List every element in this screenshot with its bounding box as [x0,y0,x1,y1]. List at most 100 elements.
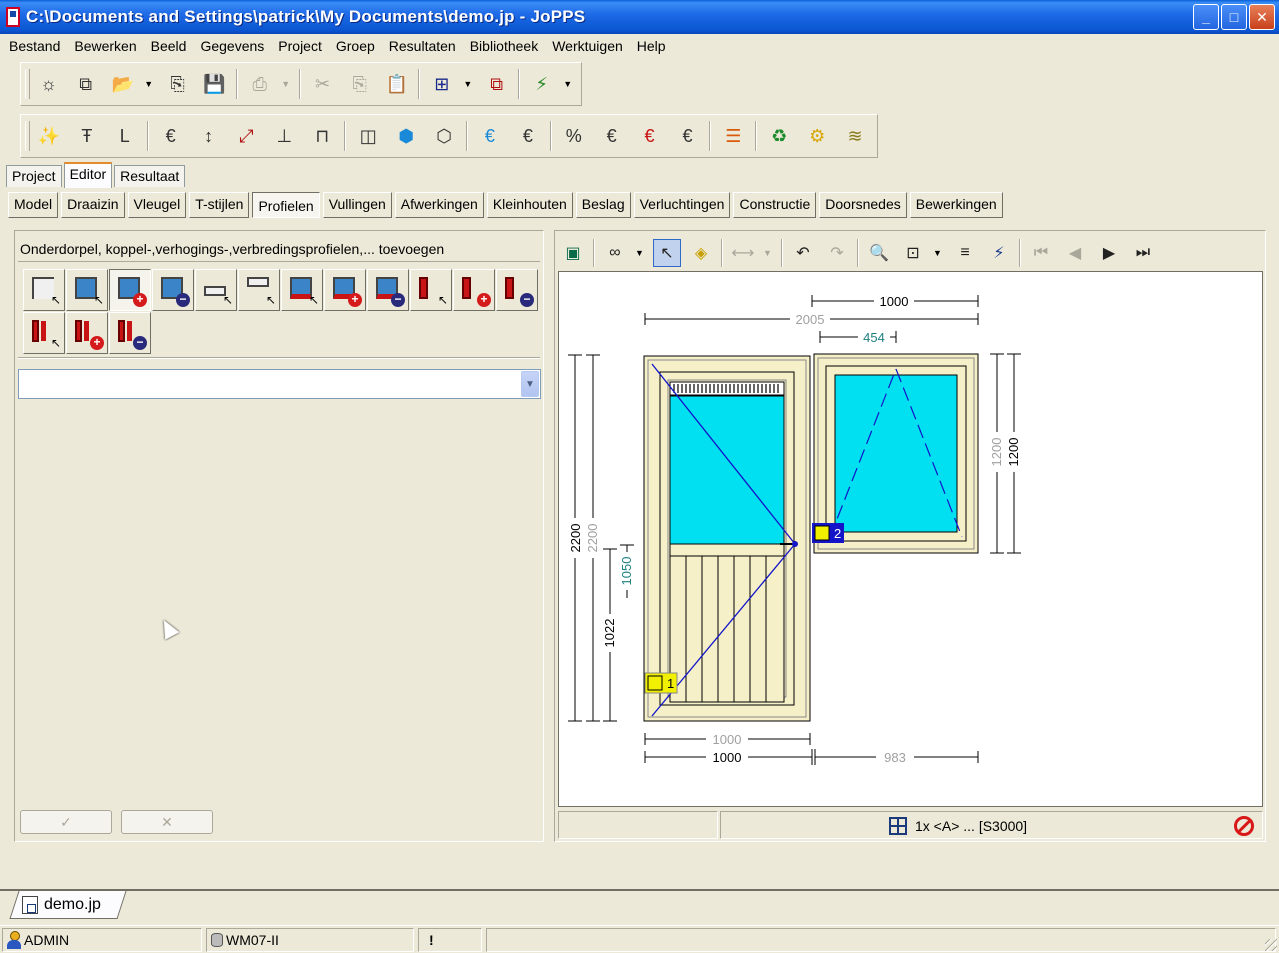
level-icon[interactable]: ☰ [717,120,749,152]
marker-2[interactable]: 2 [812,523,844,543]
section-icon[interactable]: ⊓ [306,120,338,152]
undo-icon[interactable]: ↶ [789,239,817,267]
3d-wire-icon[interactable]: ⬡ [428,120,460,152]
recycle-icon[interactable]: ♻ [763,120,795,152]
remove-frame-button[interactable]: − [152,269,194,311]
new-icon[interactable]: ☼ [33,68,64,100]
maximize-button[interactable]: □ [1221,4,1247,30]
select-coupling-button[interactable]: ↖ [195,269,237,311]
subtab-doorsnedes[interactable]: Doorsnedes [819,192,907,218]
select-double-profile-button[interactable]: ↖ [23,312,65,354]
windows-icon[interactable]: ⧉ [481,68,512,100]
tab-project[interactable]: Project [6,165,62,187]
select-bottom-profile-button[interactable]: ↖ [281,269,323,311]
subtab-kleinhouten[interactable]: Kleinhouten [486,192,573,218]
cancel-button[interactable]: ✕ [121,810,213,834]
subtab-profielen[interactable]: Profielen [252,192,320,218]
zoom-frame-icon[interactable]: ⊡ [899,239,927,267]
price-glass-icon[interactable]: € [474,120,506,152]
glasses-icon[interactable]: ∞ [601,239,629,267]
next-icon[interactable]: ▶ [1095,239,1123,267]
remove-bottom-profile-button[interactable]: − [367,269,409,311]
select-side-profile-button[interactable]: ↖ [410,269,452,311]
select-top-profile-button[interactable]: ↖ [238,269,280,311]
l-profile-icon[interactable]: L [109,120,141,152]
price-table-icon[interactable]: € [672,120,704,152]
print-icon[interactable]: ⎙ [244,68,275,100]
subtab-bewerkingen[interactable]: Bewerkingen [909,192,1003,218]
menu-werktuigen[interactable]: Werktuigen [545,38,630,54]
last-icon[interactable]: ⏭ [1129,239,1157,267]
save-icon[interactable]: 💾 [199,68,230,100]
door-unit[interactable] [643,355,811,722]
no-entry-icon[interactable] [1234,816,1254,836]
glasses-dropdown-icon[interactable]: ▼ [635,248,645,258]
ok-button[interactable]: ✓ [20,810,112,834]
grid-select-icon[interactable]: ⊞ [426,68,457,100]
measure-dropdown-icon[interactable]: ▼ [763,248,773,258]
doc-tab-demo[interactable]: demo.jp [22,894,101,916]
menu-groep[interactable]: Groep [329,38,382,54]
price-graph-icon[interactable]: € [596,120,628,152]
wizard-icon[interactable]: ✨ [33,120,65,152]
remove-double-profile-button[interactable]: − [109,312,151,354]
previous-icon[interactable]: ◀ [1061,239,1089,267]
menu-gegevens[interactable]: Gegevens [193,38,271,54]
dimension-icon[interactable]: ↕ [193,120,225,152]
paste-icon[interactable]: 📋 [381,68,412,100]
marker-1[interactable]: 1 [644,672,678,694]
copy-document-icon[interactable]: ⧉ [70,68,101,100]
menu-project[interactable]: Project [271,38,329,54]
layers-icon[interactable]: ◈ [687,239,715,267]
tab-resultaat[interactable]: Resultaat [114,165,186,187]
percent-icon[interactable]: % [558,120,590,152]
spring-icon[interactable]: ≋ [839,120,871,152]
subtab-t-stijlen[interactable]: T-stijlen [189,192,250,218]
price-hardware-icon[interactable]: € [512,120,544,152]
title-bar[interactable]: C:\Documents and Settings\patrick\My Doc… [0,0,1279,34]
lightning-icon[interactable]: ⚡ [526,68,557,100]
3d-box-icon[interactable]: ⬢ [390,120,422,152]
profile-combo[interactable]: ▼ [18,369,541,399]
subtab-vullingen[interactable]: Vullingen [322,192,392,218]
app-icon[interactable] [6,7,20,27]
subtab-draaizin[interactable]: Draaizin [61,192,125,218]
menu-bibliotheek[interactable]: Bibliotheek [463,38,546,54]
3d-frame-icon[interactable]: ◫ [352,120,384,152]
menu-help[interactable]: Help [630,38,673,54]
add-double-profile-button[interactable]: + [66,312,108,354]
add-bottom-profile-button[interactable]: + [324,269,366,311]
menu-beeld[interactable]: Beeld [144,38,194,54]
weld-icon[interactable]: ⊥ [268,120,300,152]
menu-resultaten[interactable]: Resultaten [382,38,463,54]
price-profile-icon[interactable]: € [155,120,187,152]
align-icon[interactable]: ≡ [951,239,979,267]
measure-icon[interactable]: ⟷ [729,239,757,267]
subtab-verluchtingen[interactable]: Verluchtingen [633,192,731,218]
menu-bewerken[interactable]: Bewerken [67,38,143,54]
profile-stack-icon[interactable]: Ŧ [71,120,103,152]
select-sill-button[interactable]: ↖ [23,269,65,311]
redo-icon[interactable]: ↷ [823,239,851,267]
zoom-icon[interactable]: 🔍 [865,239,893,267]
grid-dropdown-icon[interactable]: ▼ [463,79,473,89]
subtab-constructie[interactable]: Constructie [733,192,817,218]
cut-icon[interactable]: ✂ [307,68,338,100]
select-pointer-icon[interactable]: ↖ [653,239,681,267]
select-frame-button[interactable]: ↖ [66,269,108,311]
price-bars-icon[interactable]: € [634,120,666,152]
import-icon[interactable]: ⎘ [162,68,193,100]
close-button[interactable]: ✕ [1249,4,1275,30]
frame-view-icon[interactable]: ▣ [559,239,587,267]
first-icon[interactable]: ⏮ [1027,239,1055,267]
add-frame-button[interactable]: + [109,269,151,311]
resize-grip-icon[interactable] [1265,939,1277,951]
tab-editor[interactable]: Editor [63,162,113,188]
gear-icon[interactable]: ⚙ [801,120,833,152]
subtab-beslag[interactable]: Beslag [575,192,631,218]
print-dropdown-icon[interactable]: ▼ [281,79,291,89]
quick-edit-icon[interactable]: ⚡ [985,239,1013,267]
subtab-model[interactable]: Model [8,192,59,218]
drawing-canvas[interactable]: 1 2 1000 2005 454 2200 2200 1022 1050 12… [558,271,1263,807]
chevron-down-icon[interactable]: ▼ [521,371,539,397]
